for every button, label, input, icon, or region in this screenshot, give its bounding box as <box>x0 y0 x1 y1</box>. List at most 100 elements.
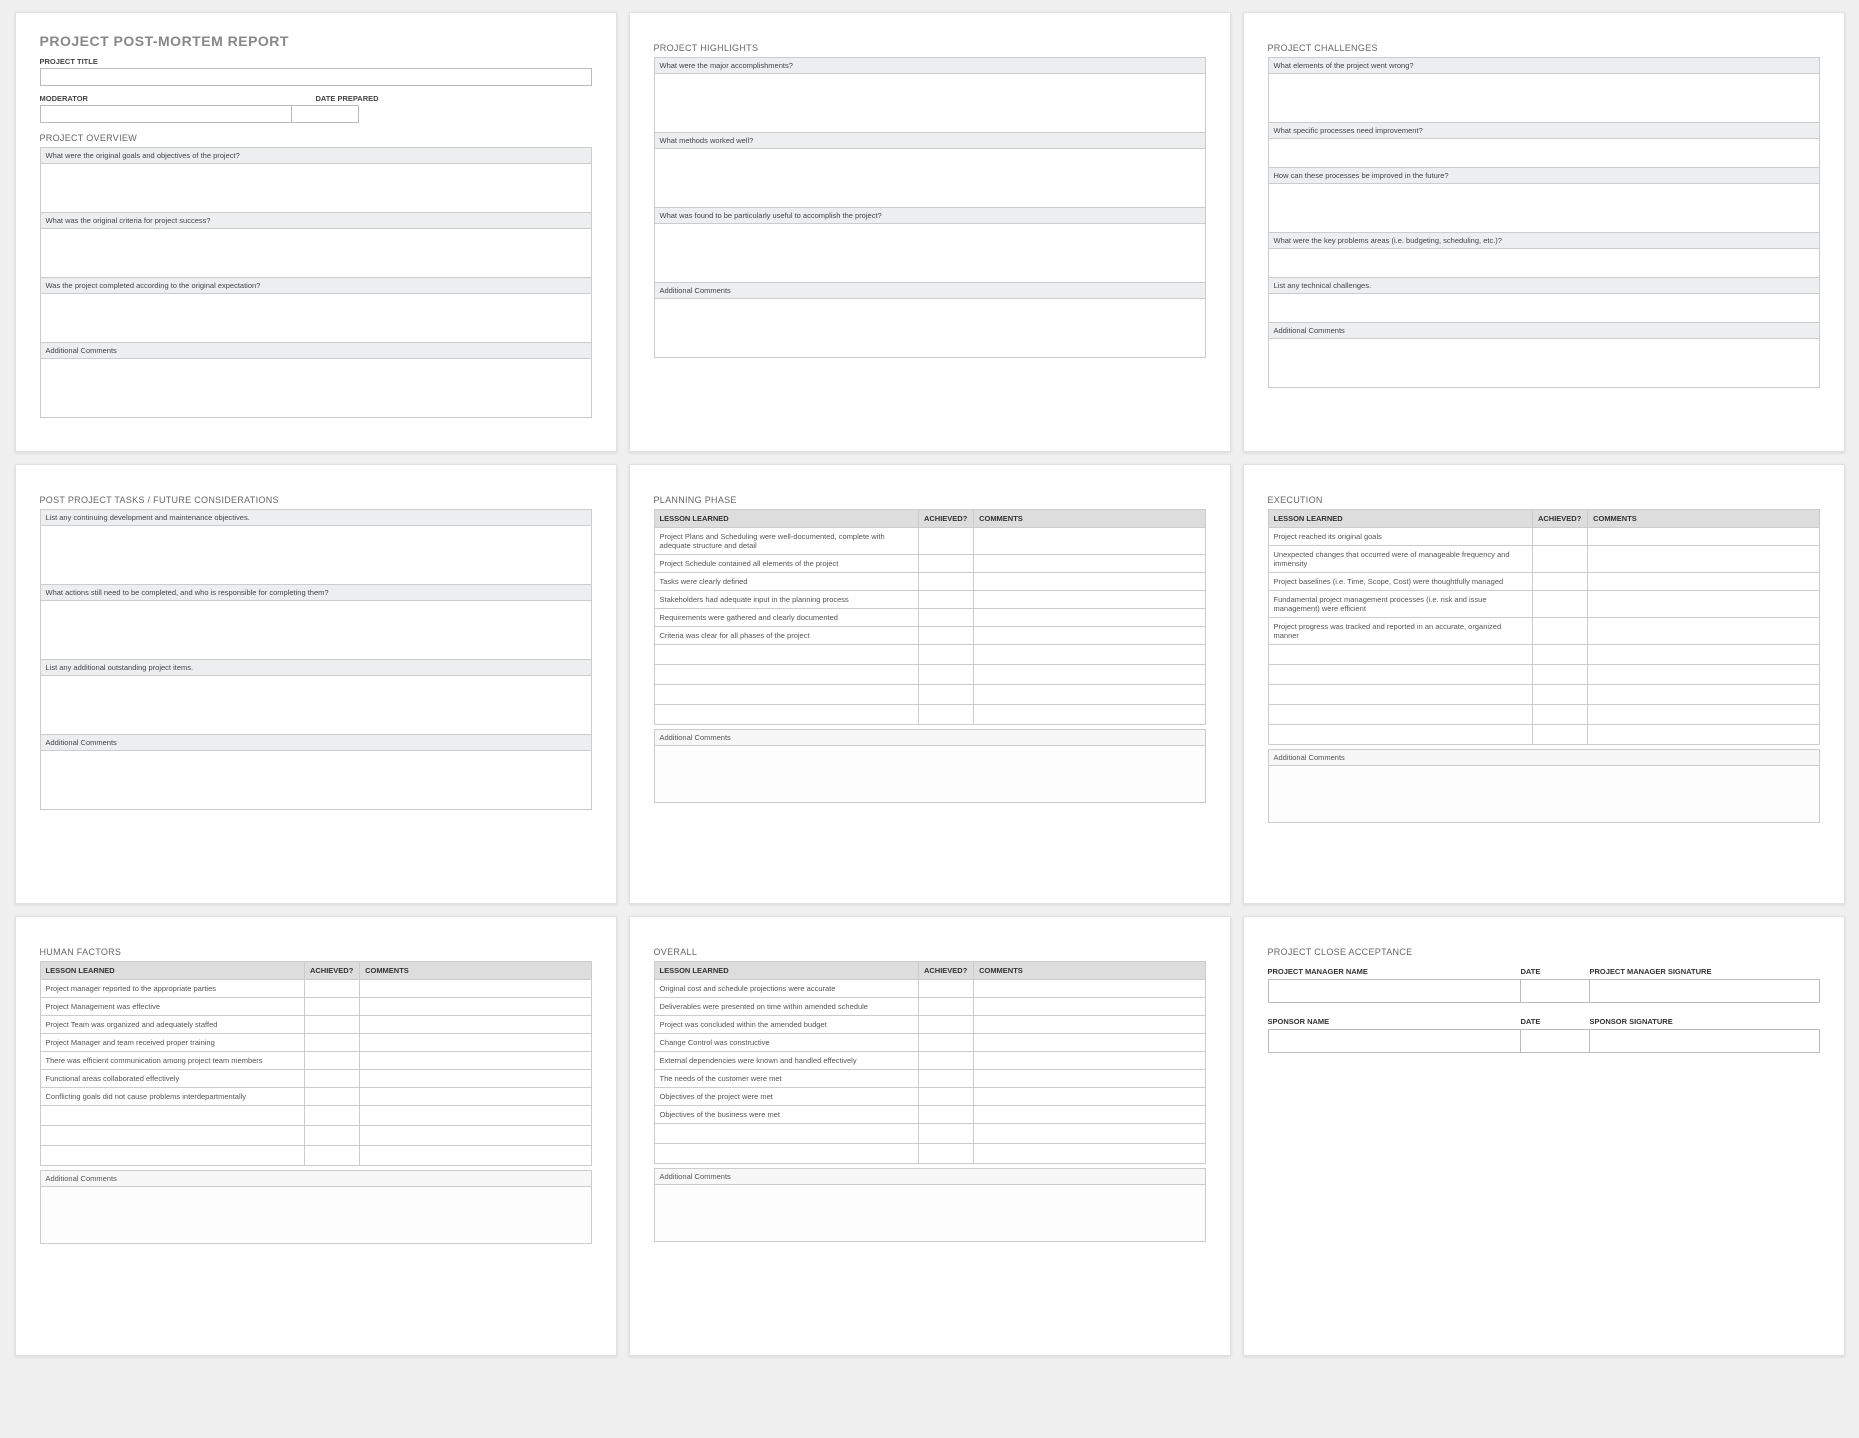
challenges-q3-body[interactable] <box>1269 184 1819 232</box>
overall-additional-body[interactable] <box>654 1184 1206 1242</box>
comments-cell[interactable] <box>974 591 1205 609</box>
comments-cell[interactable] <box>974 555 1205 573</box>
challenges-q1-body[interactable] <box>1269 74 1819 122</box>
comments-cell[interactable] <box>974 528 1205 555</box>
overview-q2-body[interactable] <box>41 229 591 277</box>
comments-cell[interactable] <box>1588 528 1819 546</box>
comments-cell[interactable] <box>974 1088 1205 1106</box>
overview-q3-body[interactable] <box>41 294 591 342</box>
sponsor-sig-input[interactable] <box>1590 1029 1820 1053</box>
empty-cell[interactable] <box>40 1106 304 1126</box>
empty-cell[interactable] <box>1588 685 1819 705</box>
achieved-cell[interactable] <box>918 1088 973 1106</box>
overview-additional-body[interactable] <box>41 359 591 417</box>
date-input-1[interactable] <box>1521 979 1590 1003</box>
moderator-input[interactable] <box>40 105 292 123</box>
achieved-cell[interactable] <box>918 627 973 645</box>
execution-additional-body[interactable] <box>1268 765 1820 823</box>
achieved-cell[interactable] <box>1532 591 1587 618</box>
highlights-q1-body[interactable] <box>655 74 1205 132</box>
pm-name-input[interactable] <box>1268 979 1521 1003</box>
comments-cell[interactable] <box>360 980 591 998</box>
empty-cell[interactable] <box>1268 725 1532 745</box>
empty-cell[interactable] <box>360 1106 591 1126</box>
achieved-cell[interactable] <box>918 555 973 573</box>
achieved-cell[interactable] <box>918 1106 973 1124</box>
comments-cell[interactable] <box>1588 546 1819 573</box>
achieved-cell[interactable] <box>918 609 973 627</box>
comments-cell[interactable] <box>974 1106 1205 1124</box>
achieved-cell[interactable] <box>1532 546 1587 573</box>
comments-cell[interactable] <box>974 609 1205 627</box>
comments-cell[interactable] <box>974 1070 1205 1088</box>
empty-cell[interactable] <box>918 645 973 665</box>
empty-cell[interactable] <box>304 1106 359 1126</box>
ppt-q2-body[interactable] <box>41 601 591 659</box>
comments-cell[interactable] <box>974 1016 1205 1034</box>
challenges-q2-body[interactable] <box>1269 139 1819 167</box>
empty-cell[interactable] <box>1268 685 1532 705</box>
comments-cell[interactable] <box>1588 591 1819 618</box>
achieved-cell[interactable] <box>918 591 973 609</box>
achieved-cell[interactable] <box>918 528 973 555</box>
empty-cell[interactable] <box>974 665 1205 685</box>
comments-cell[interactable] <box>360 1088 591 1106</box>
empty-cell[interactable] <box>1532 725 1587 745</box>
empty-cell[interactable] <box>1268 705 1532 725</box>
challenges-additional-body[interactable] <box>1269 339 1819 387</box>
empty-cell[interactable] <box>304 1126 359 1146</box>
empty-cell[interactable] <box>918 665 973 685</box>
comments-cell[interactable] <box>360 1070 591 1088</box>
highlights-q3-body[interactable] <box>655 224 1205 282</box>
empty-cell[interactable] <box>360 1146 591 1166</box>
empty-cell[interactable] <box>1588 705 1819 725</box>
planning-additional-body[interactable] <box>654 745 1206 803</box>
achieved-cell[interactable] <box>918 1070 973 1088</box>
empty-cell[interactable] <box>974 1144 1205 1164</box>
empty-cell[interactable] <box>40 1146 304 1166</box>
human-additional-body[interactable] <box>40 1186 592 1244</box>
comments-cell[interactable] <box>974 627 1205 645</box>
date-input-2[interactable] <box>1521 1029 1590 1053</box>
comments-cell[interactable] <box>974 1034 1205 1052</box>
highlights-additional-body[interactable] <box>655 299 1205 357</box>
empty-cell[interactable] <box>1588 645 1819 665</box>
sponsor-name-input[interactable] <box>1268 1029 1521 1053</box>
achieved-cell[interactable] <box>304 1070 359 1088</box>
comments-cell[interactable] <box>974 573 1205 591</box>
achieved-cell[interactable] <box>304 980 359 998</box>
achieved-cell[interactable] <box>1532 573 1587 591</box>
highlights-q2-body[interactable] <box>655 149 1205 207</box>
empty-cell[interactable] <box>918 685 973 705</box>
empty-cell[interactable] <box>1588 665 1819 685</box>
empty-cell[interactable] <box>918 705 973 725</box>
achieved-cell[interactable] <box>304 1034 359 1052</box>
empty-cell[interactable] <box>360 1126 591 1146</box>
empty-cell[interactable] <box>654 705 918 725</box>
comments-cell[interactable] <box>360 1016 591 1034</box>
empty-cell[interactable] <box>974 645 1205 665</box>
challenges-q4-body[interactable] <box>1269 249 1819 277</box>
empty-cell[interactable] <box>974 685 1205 705</box>
comments-cell[interactable] <box>974 980 1205 998</box>
overview-q1-body[interactable] <box>41 164 591 212</box>
comments-cell[interactable] <box>1588 618 1819 645</box>
empty-cell[interactable] <box>1268 665 1532 685</box>
challenges-q5-body[interactable] <box>1269 294 1819 322</box>
empty-cell[interactable] <box>654 645 918 665</box>
achieved-cell[interactable] <box>918 998 973 1016</box>
empty-cell[interactable] <box>304 1146 359 1166</box>
empty-cell[interactable] <box>654 1144 918 1164</box>
achieved-cell[interactable] <box>918 1034 973 1052</box>
comments-cell[interactable] <box>360 1052 591 1070</box>
empty-cell[interactable] <box>1268 645 1532 665</box>
achieved-cell[interactable] <box>304 1052 359 1070</box>
ppt-q3-body[interactable] <box>41 676 591 734</box>
achieved-cell[interactable] <box>1532 618 1587 645</box>
comments-cell[interactable] <box>360 998 591 1016</box>
comments-cell[interactable] <box>360 1034 591 1052</box>
empty-cell[interactable] <box>1532 665 1587 685</box>
empty-cell[interactable] <box>1532 705 1587 725</box>
achieved-cell[interactable] <box>918 1016 973 1034</box>
comments-cell[interactable] <box>1588 573 1819 591</box>
